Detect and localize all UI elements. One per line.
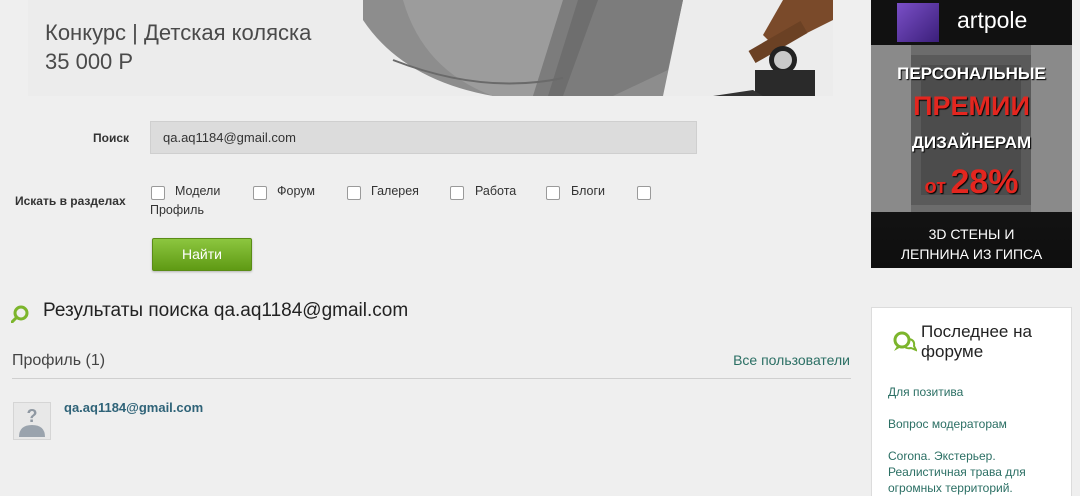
checkbox-models[interactable] [151,186,165,200]
banner-price: 35 000 Р [45,49,134,74]
checkbox-label-work: Работа [475,184,517,198]
sections-label: Искать в разделах [15,194,126,208]
forum-link[interactable]: Для позитива [888,384,1063,400]
default-avatar-icon: ? [14,403,50,439]
checkbox-label-forum: Форум [277,184,315,198]
checkbox-label-models: Модели [175,184,221,198]
checkbox-gallery[interactable] [347,186,361,200]
user-result-link[interactable]: qa.aq1184@gmail.com [64,400,203,415]
ad-discount-value: 28% [950,163,1019,201]
checkbox-label-profile: Профиль [150,203,204,217]
checkbox-label-blogs: Блоги [571,184,605,198]
search-label: Поиск [93,131,130,145]
ad-discount: от 28% [871,163,1072,202]
results-title: Результаты поиска qa.aq1184@gmail.com [43,300,409,321]
forum-link[interactable]: Вопрос модераторам [888,416,1063,432]
ad-line2: ПРЕМИИ [913,91,1030,121]
search-icon [11,305,29,323]
banner-title: Конкурс | Детская коляска [45,20,312,45]
checkbox-blogs[interactable] [546,186,560,200]
contest-banner[interactable]: Конкурс | Детская коляска 35 000 Р [28,0,833,96]
ad-line3: ДИЗАЙНЕРАМ [911,133,1032,152]
artpole-logo-icon [897,3,939,42]
profile-section-heading: Профиль (1) [12,352,106,369]
forum-link[interactable]: Corona. Экстерьер. Реалистичная трава дл… [888,448,1063,496]
ad-line1: ПЕРСОНАЛЬНЫЕ [897,64,1046,83]
forum-widget-title: Последнее на форуме [921,322,1032,361]
artpole-ad-banner[interactable]: artpole ПЕРСОНАЛЬНЫЕ ПРЕМИИ ДИЗАЙНЕРАМ о… [871,0,1072,268]
checkbox-work[interactable] [450,186,464,200]
latest-forum-widget: Последнее на форуме Для позитива Вопрос … [871,307,1072,496]
chat-bubble-icon [893,331,917,352]
avatar[interactable]: ? [13,402,51,440]
ad-discount-prefix: от [924,176,946,198]
ad-brand: artpole [957,7,1028,33]
svg-text:?: ? [27,406,38,426]
checkbox-label-gallery: Галерея [371,184,419,198]
checkbox-profile[interactable] [637,186,651,200]
ad-bottom-line1: 3D СТЕНЫ И [928,226,1015,242]
search-input[interactable] [150,121,697,154]
checkbox-forum[interactable] [253,186,267,200]
results-divider [12,378,851,379]
ad-bottom-line2: ЛЕПНИНА ИЗ ГИПСА [900,246,1043,262]
stroller-image [363,0,833,96]
all-users-link[interactable]: Все пользователи [733,352,850,368]
find-button[interactable]: Найти [152,238,252,271]
